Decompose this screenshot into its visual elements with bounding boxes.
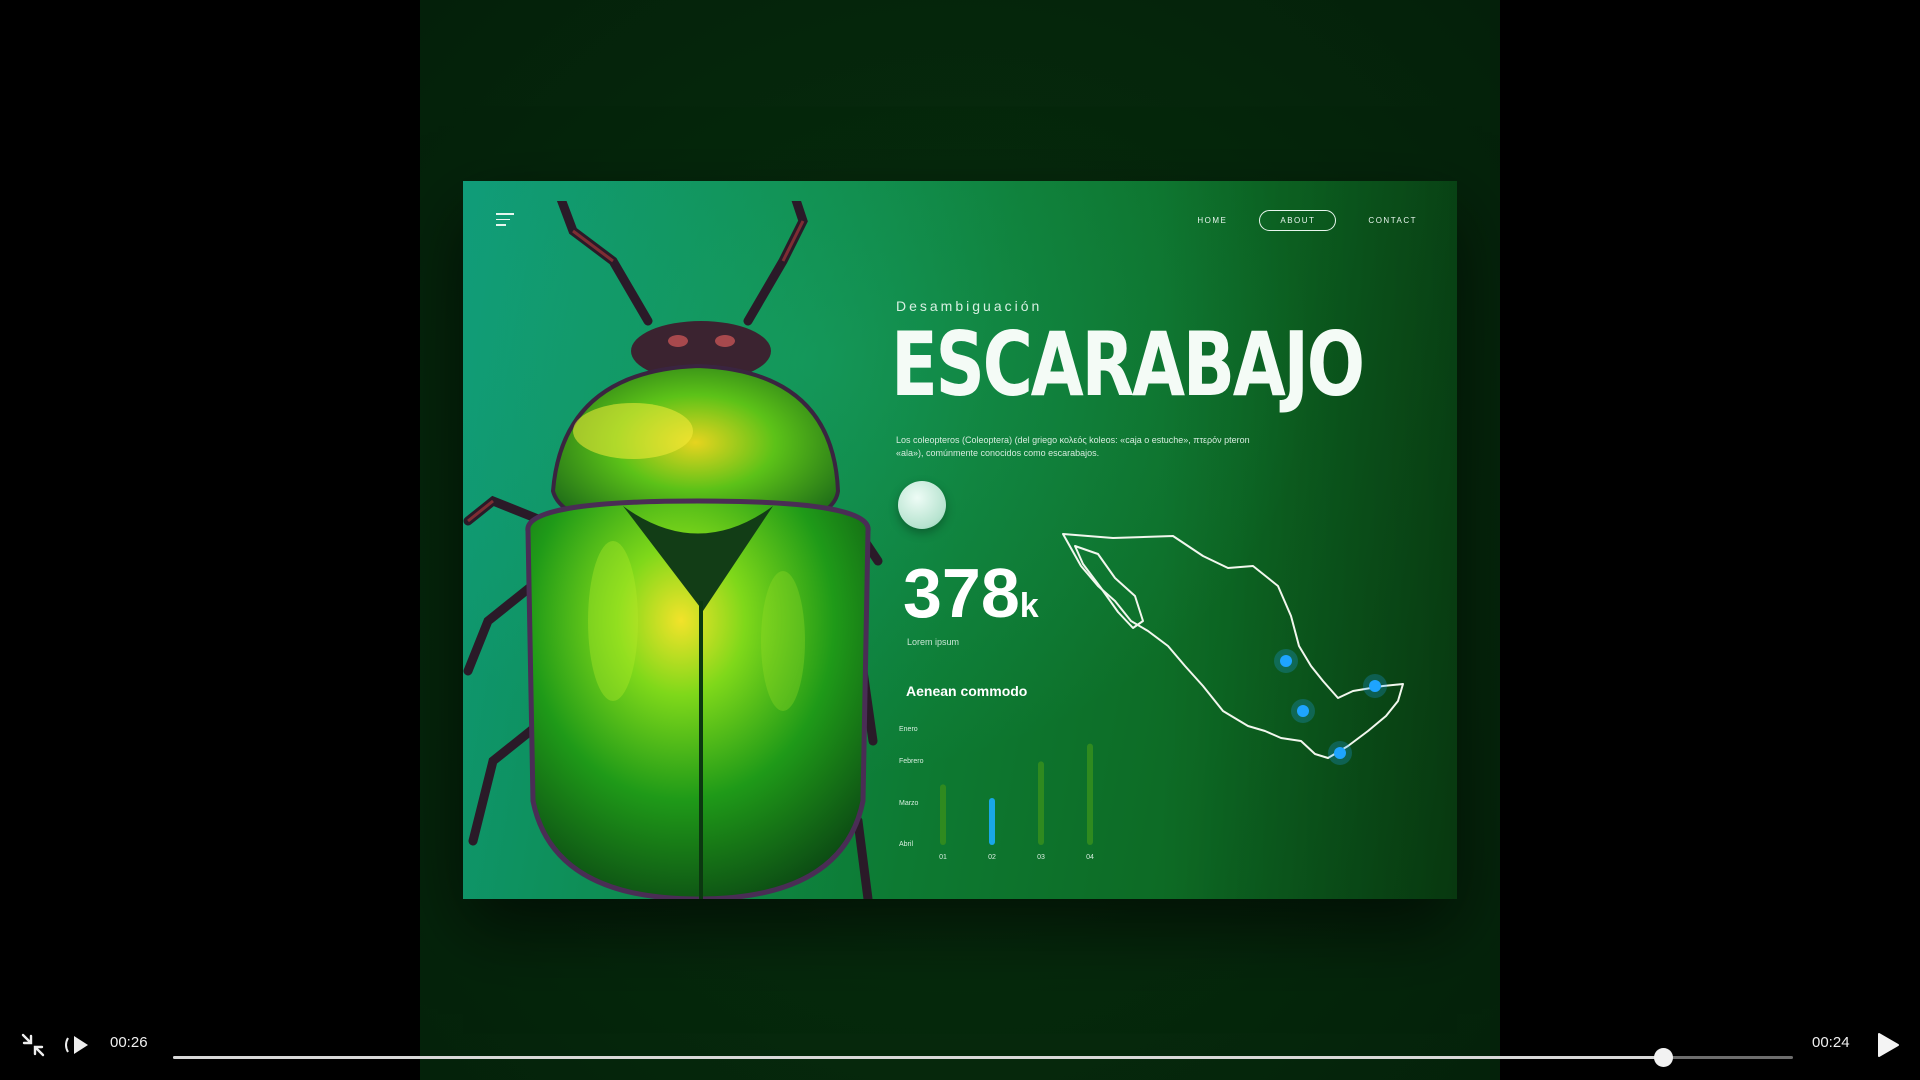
landing-page-card: HOME ABOUT CONTACT Desambiguación ESCARA… xyxy=(463,181,1457,899)
play-with-sound-icon[interactable] xyxy=(63,1032,93,1058)
hamburger-menu-icon[interactable] xyxy=(496,213,514,227)
chart-bar xyxy=(989,797,995,845)
page-title: ESCARABAJO xyxy=(891,313,1365,416)
progress-fill xyxy=(173,1056,1664,1059)
stat-number: 378 xyxy=(903,554,1020,632)
video-frame[interactable]: HOME ABOUT CONTACT Desambiguación ESCARA… xyxy=(420,0,1500,1080)
stat-value: 378k xyxy=(903,558,1039,628)
play-icon[interactable] xyxy=(1876,1032,1900,1058)
top-navigation: HOME ABOUT CONTACT xyxy=(1197,210,1417,231)
beetle-illustration xyxy=(463,201,883,899)
chart-y-label: Febrero xyxy=(899,758,924,765)
nav-contact-link[interactable]: CONTACT xyxy=(1368,216,1417,225)
chart-x-label: 03 xyxy=(1037,854,1045,861)
round-toggle-button[interactable] xyxy=(898,481,946,529)
description-text: Los coleopteros (Coleoptera) (del griego… xyxy=(896,435,1250,459)
map-marker xyxy=(1280,655,1292,667)
nav-about-link[interactable]: ABOUT xyxy=(1259,210,1337,231)
remaining-time: 00:24 xyxy=(1812,1034,1850,1051)
progress-thumb[interactable] xyxy=(1654,1048,1674,1067)
progress-bar[interactable] xyxy=(173,1048,1793,1067)
mexico-map xyxy=(1062,533,1404,765)
chart-bar xyxy=(940,784,946,845)
elapsed-time: 00:26 xyxy=(110,1034,148,1051)
map-marker xyxy=(1297,705,1309,717)
chart-x-label: 04 xyxy=(1086,854,1094,861)
map-outline xyxy=(1062,533,1404,759)
nav-home-link[interactable]: HOME xyxy=(1197,216,1227,225)
chart-y-label: Marzo xyxy=(899,800,919,807)
chart-x-label: 02 xyxy=(988,854,996,861)
map-marker xyxy=(1334,747,1346,759)
stat-unit: k xyxy=(1019,587,1039,625)
map-marker xyxy=(1369,680,1381,692)
chart-y-label: Enero xyxy=(899,726,918,733)
chart-x-label: 01 xyxy=(939,854,947,861)
chart-bar xyxy=(1038,761,1044,845)
chart-y-label: Abril xyxy=(899,841,913,848)
chart-title: Aenean commodo xyxy=(906,683,1028,699)
exit-fullscreen-icon[interactable] xyxy=(20,1032,46,1058)
player-controls: 00:26 00:24 xyxy=(0,1010,1920,1080)
stat-caption: Lorem ipsum xyxy=(907,637,960,647)
map-peninsula xyxy=(1074,545,1144,629)
subtitle: Desambiguación xyxy=(896,298,1043,314)
